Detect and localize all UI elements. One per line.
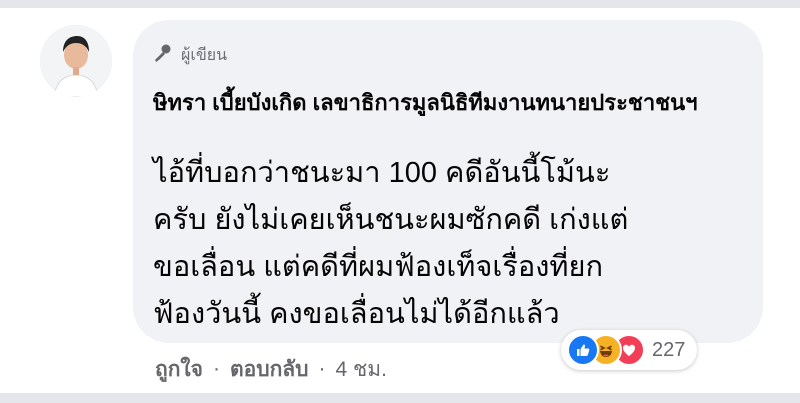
- author-badge: ผู้เขียน: [153, 42, 227, 68]
- avatar[interactable]: [40, 25, 112, 97]
- separator-dot: ·: [318, 357, 326, 380]
- separator-dot: ·: [213, 357, 220, 380]
- comment-text-line: ไอ้ที่บอกว่าชนะมา 100 คดีอันนี้โม้นะ: [153, 157, 611, 189]
- comment-text-line: ครับ ยังไม่เคยเห็นชนะผมซักคดี เก่งแต่: [153, 204, 629, 236]
- author-badge-label: ผู้เขียน: [181, 44, 228, 64]
- like-button[interactable]: ถูกใจ: [155, 353, 203, 386]
- microphone-icon: [153, 43, 173, 67]
- screenshot-frame-top: [0, 0, 800, 8]
- commenter-name[interactable]: ษิทรา เบี้ยบังเกิด เลขาธิการมูลนิธิทีมงา…: [153, 88, 723, 118]
- reaction-count: 227: [652, 338, 686, 361]
- comment-timestamp[interactable]: 4 ชม.: [336, 353, 387, 386]
- comment-actions: ถูกใจ · ตอบกลับ · 4 ชม.: [155, 354, 387, 384]
- avatar-portrait: [40, 25, 112, 97]
- reply-button[interactable]: ตอบกลับ: [230, 353, 309, 386]
- reaction-summary[interactable]: 227: [561, 330, 698, 370]
- comment-text-line: ขอเลื่อน แต่คดีที่ผมฟ้องเท็จเรื่องที่ยก: [153, 251, 604, 283]
- screenshot-frame-bottom: [0, 393, 800, 403]
- like-icon: [567, 334, 599, 366]
- comment-text: ไอ้ที่บอกว่าชนะมา 100 คดีอันนี้โม้นะ ครั…: [153, 150, 738, 338]
